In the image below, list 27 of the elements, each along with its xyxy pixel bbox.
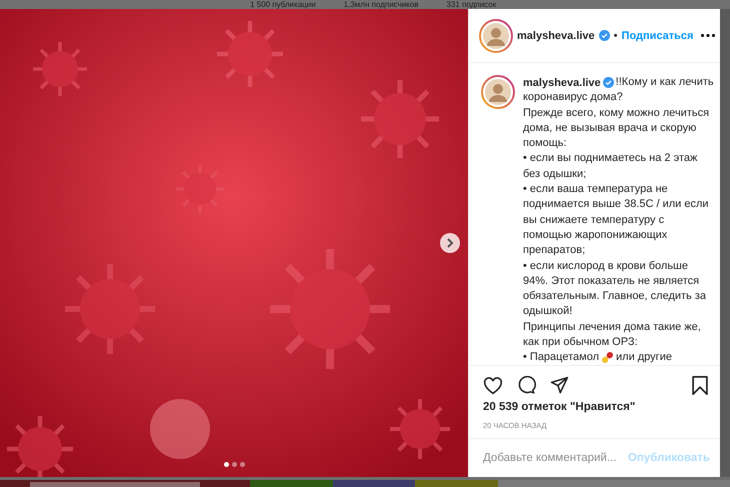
caption-line: • если кислород в крови больше <box>523 258 689 274</box>
caption-line: обязательным. Главное, следить за <box>523 289 708 304</box>
caption-line: как при обычном ОРЗ: <box>523 335 639 350</box>
caption-line: Принципы лечения дома такие же, <box>523 320 702 335</box>
separator-dot: • <box>614 30 618 42</box>
caption-line: • Парацетамол <box>523 350 599 365</box>
caption-line: препаратов; <box>523 243 586 258</box>
likes-count[interactable]: 20 539 отметок "Нравится" <box>469 399 720 415</box>
caption-line: коронавирус дома? <box>523 90 624 106</box>
profile-stat: 1 500 публикации <box>250 0 316 9</box>
caption-line: без одышки; <box>523 166 588 182</box>
caption-author-link[interactable]: malysheva.live <box>523 76 601 89</box>
caption-line: • если вы поднимаетесь на 2 этаж <box>523 151 698 166</box>
caption-line: 94%. Этот показатель не является <box>523 274 700 289</box>
caption-line: помощью жаропонижающих <box>523 228 668 243</box>
caption-line: Прежде всего, кому можно лечиться <box>523 106 710 121</box>
caption-line: вы снижаете температуру с <box>523 212 666 228</box>
caption-line: !!Кому и как лечить <box>616 75 714 90</box>
profile-stat: 331 подписок <box>446 0 496 9</box>
profile-stat: 1,3млн подписчиков <box>344 0 419 9</box>
caption-line: помощь: <box>523 136 568 152</box>
caption-line: дома, не вызывая врача и скорую <box>523 120 698 136</box>
caption-line: одышкой! <box>523 304 574 320</box>
username-link[interactable]: malysheva.live <box>517 30 595 42</box>
caption-line: поднимается выше 38.5С / или если <box>523 197 710 212</box>
caption-line: или другие <box>616 350 672 365</box>
caption-line: • если ваша температура не <box>523 182 669 198</box>
